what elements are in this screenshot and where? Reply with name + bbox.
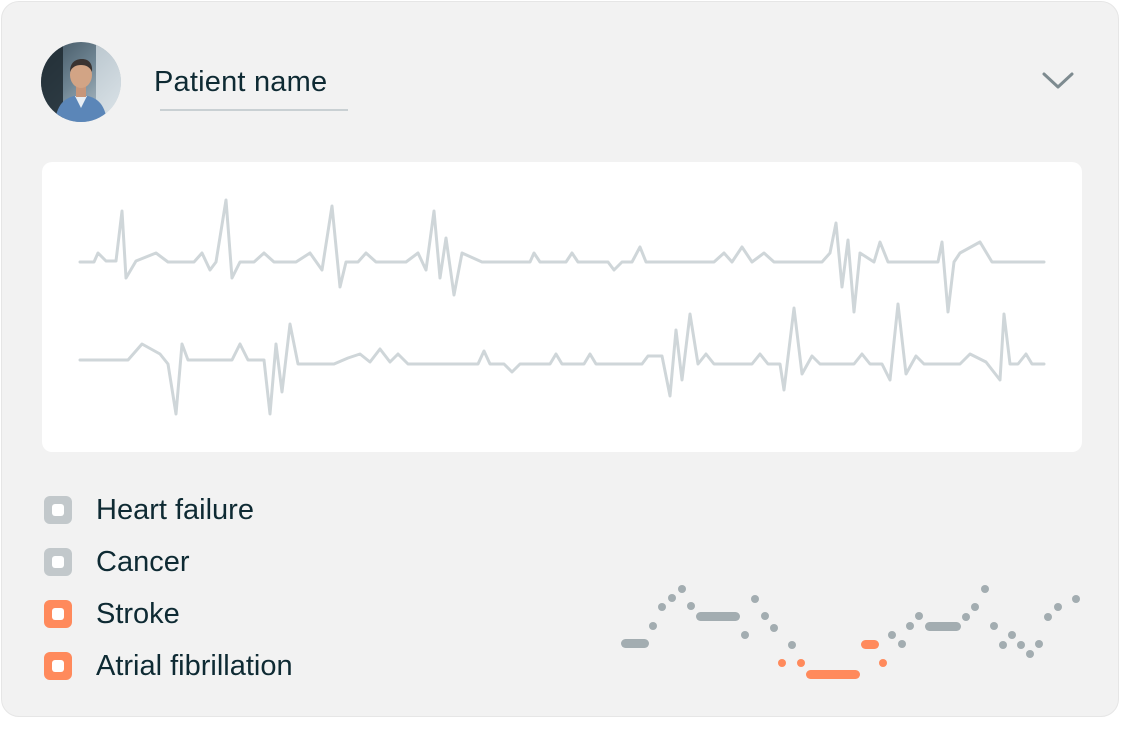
legend-marker-neutral [44, 496, 72, 524]
legend-item-stroke[interactable]: Stroke [44, 590, 364, 642]
dropdown-toggle-button[interactable] [1040, 68, 1076, 94]
timeline-alert-marks [778, 640, 887, 679]
legend-item-atrial-fibrillation[interactable]: Atrial fibrillation [44, 642, 364, 694]
ecg-trace-1 [78, 198, 1046, 314]
legend-label: Heart failure [96, 494, 254, 526]
legend-label: Cancer [96, 546, 190, 578]
patient-card: Patient name Heart failure Cancer Stroke… [1, 1, 1119, 717]
legend-label: Stroke [96, 598, 180, 630]
legend-marker-alert [44, 600, 72, 628]
person-avatar-icon [41, 42, 121, 122]
chevron-down-icon [1042, 72, 1074, 89]
legend-marker-alert [44, 652, 72, 680]
ecg-panel [42, 162, 1082, 452]
legend-label: Atrial fibrillation [96, 650, 293, 682]
legend-item-heart-failure[interactable]: Heart failure [44, 486, 364, 538]
patient-name-underline [160, 109, 348, 111]
timeline-gray-marks [621, 585, 1080, 658]
patient-name-select[interactable]: Patient name [154, 60, 350, 112]
patient-name-label: Patient name [154, 66, 328, 98]
ecg-trace-2 [78, 302, 1046, 416]
patient-avatar[interactable] [41, 42, 121, 122]
legend-item-cancer[interactable]: Cancer [44, 538, 364, 590]
ecg-chart [78, 198, 1046, 416]
legend-marker-neutral [44, 548, 72, 576]
